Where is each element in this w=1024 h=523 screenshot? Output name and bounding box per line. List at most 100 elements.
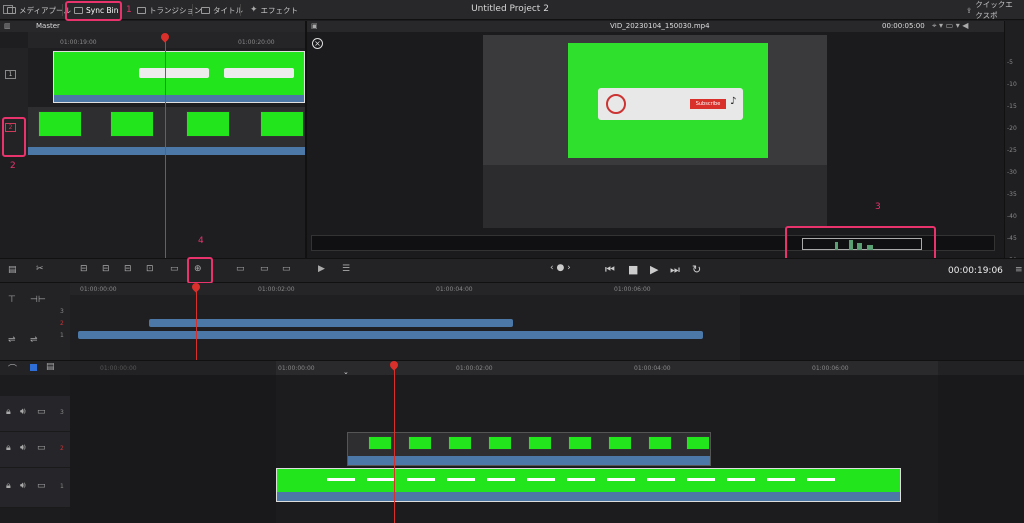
quick-export-label: クイックエクスポ	[975, 0, 1013, 20]
fit-to-fill-icon[interactable]: ⊡	[146, 264, 154, 274]
track-header-v2[interactable]: 🔒︎ 🔊︎ ▭ 2	[0, 432, 70, 468]
timeline-view-icon[interactable]: ▤	[8, 265, 17, 275]
marker-icon[interactable]	[30, 364, 37, 371]
clip-ui-overlay	[327, 478, 847, 481]
viewer-clip-icon[interactable]: ▶	[318, 264, 325, 274]
upper-clip-track-2[interactable]	[149, 319, 513, 327]
video-card-button-label: Subscribe	[695, 101, 721, 107]
place-on-top-icon[interactable]: ▭	[170, 264, 179, 274]
skip-back-icon[interactable]: ⏮	[605, 263, 615, 277]
film-frame	[38, 111, 82, 137]
film-frame	[110, 111, 154, 137]
viewer-settings-icon[interactable]: ☰	[342, 264, 350, 274]
ruler-label: 01:00:19:00	[60, 39, 97, 46]
film-frame	[568, 436, 592, 450]
replace-clip-icon[interactable]: ⊟	[124, 264, 132, 274]
ruler-label: 01:00:02:00	[258, 286, 295, 293]
viewer-options-icon[interactable]: ▣	[311, 22, 318, 30]
meter-label: -10	[1007, 81, 1017, 88]
overwrite-clip-icon[interactable]: ⊟	[102, 264, 110, 274]
menu-icon[interactable]: ≡	[1015, 265, 1023, 275]
toolbar-divider	[192, 4, 193, 16]
track-header-v3[interactable]: 🔒︎ 🔊︎ ▭ 3	[0, 396, 70, 432]
play-icon[interactable]: ▶	[650, 263, 658, 276]
monitor-icon[interactable]: ▭	[37, 407, 46, 417]
upper-track-end	[740, 295, 1024, 360]
quick-export-button[interactable]: ⇪ クイックエクスポ	[962, 0, 1024, 20]
audio-meter-ruler: -5-10-15-20-25-30-35-40-45-50	[1004, 21, 1024, 264]
zoom-tool-icon[interactable]: ⊤	[8, 295, 16, 305]
ruler-label: 01:00:00:00	[100, 365, 137, 372]
monitor-icon[interactable]: ▭	[37, 443, 46, 453]
insert-clip-icon[interactable]: ⊟	[80, 264, 88, 274]
bin-label[interactable]: Master	[36, 22, 60, 30]
source-overwrite-icon[interactable]: ▭	[282, 264, 291, 274]
audio-tool-icon[interactable]: ⇌	[8, 335, 16, 345]
ruler-label: 01:00:04:00	[634, 365, 671, 372]
upper-timeline: ⊤ ⊣⊢ ⇌ ⇌ 01:00:00:00 01:00:02:00 01:00:0…	[0, 281, 1024, 360]
clip-ui-overlay	[224, 68, 294, 78]
view-options-icon[interactable]: ⌖ ▾ ▭ ▾ ◀	[932, 21, 968, 31]
track-number: 3	[60, 308, 64, 315]
audio-tool-icon[interactable]: ⇌	[30, 335, 38, 345]
timeline-clip-v1[interactable]	[276, 468, 901, 502]
speaker-icon[interactable]: 🔊︎	[20, 407, 26, 417]
list-view-icon[interactable]: ▥	[4, 22, 11, 30]
source-clip-track-1[interactable]	[53, 51, 305, 103]
video-card-circle	[606, 94, 626, 114]
transitions-label: トランジション	[149, 5, 202, 15]
film-frame	[260, 111, 304, 137]
media-pool-label: メディアプール	[19, 5, 71, 15]
bell-icon: ♪	[730, 96, 737, 107]
ripple-overwrite-icon[interactable]: ▭	[260, 264, 269, 274]
effects-icon: ✦	[250, 5, 258, 15]
lock-icon[interactable]: 🔒︎	[6, 407, 11, 417]
meter-label: -5	[1007, 59, 1013, 66]
speaker-icon[interactable]: 🔊︎	[20, 481, 26, 491]
flag-icon[interactable]: ▤	[46, 362, 55, 372]
track-number: 1	[8, 71, 13, 78]
scissors-icon[interactable]: ✂	[36, 264, 44, 274]
close-icon[interactable]: ×	[312, 38, 323, 49]
close-up-icon[interactable]: ▭	[236, 264, 245, 274]
track-number: 3	[60, 409, 64, 416]
titles-label: タイトル	[213, 5, 243, 15]
transitions-button[interactable]: トランジション	[133, 2, 206, 18]
viewer-timecode: 00:00:05:00	[882, 22, 925, 30]
toolbar-divider	[62, 4, 63, 16]
chevron-down-icon[interactable]: ⌄	[343, 368, 349, 376]
annotation-number-1: 1	[126, 5, 132, 15]
lock-icon[interactable]: 🔒︎	[6, 443, 11, 453]
monitor-icon[interactable]: ▭	[37, 481, 46, 491]
clip-audio-strip	[348, 456, 710, 465]
loop-icon[interactable]: ↻	[692, 263, 701, 276]
timeline-clip-v2[interactable]	[347, 432, 711, 466]
source-track-1-header[interactable]: 1	[0, 48, 28, 106]
snap-icon[interactable]: ⌒	[8, 362, 17, 375]
track-number: 1	[60, 483, 64, 490]
effects-button[interactable]: ✦ エフェクト	[246, 2, 302, 18]
lower-track-area	[70, 375, 276, 523]
lock-icon[interactable]: 🔒︎	[6, 481, 11, 491]
meter-label: -40	[1007, 213, 1017, 220]
track-header-v1[interactable]: 🔒︎ 🔊︎ ▭ 1	[0, 468, 70, 508]
lower-playhead[interactable]	[394, 363, 395, 523]
annotation-number-2: 2	[10, 161, 16, 171]
transitions-icon	[137, 6, 146, 14]
skip-forward-icon[interactable]: ⏭	[670, 263, 680, 277]
annotation-box-4	[187, 257, 213, 284]
upper-clip-track-1[interactable]	[78, 331, 703, 339]
upper-ruler[interactable]: 01:00:00:00 01:00:02:00 01:00:04:00 01:0…	[70, 283, 1024, 295]
stop-icon[interactable]: ■	[628, 263, 638, 276]
transport-bar: ▤ ✂ ⊟ ⊟ ⊟ ⊡ ▭ ⊕ ▭ ▭ ▭ ▶ ☰ ‹ ● › ⏮ ■ ▶ ⏭ …	[0, 257, 1024, 284]
viewer-header: ▣ VID_20230104_150030.mp4 00:00:05:00 ⌖ …	[307, 21, 1004, 32]
lower-ruler[interactable]: 01:00:00:00 01:00:00:00 01:00:02:00 01:0…	[70, 361, 1024, 376]
track-number: 2	[60, 445, 64, 452]
split-tool-icon[interactable]: ⊣⊢	[30, 295, 46, 305]
speaker-icon[interactable]: 🔊︎	[20, 443, 26, 453]
upper-playhead[interactable]	[196, 286, 197, 360]
annotation-number-3: 3	[875, 202, 881, 212]
jog-control-icon[interactable]: ‹ ● ›	[550, 263, 571, 273]
source-clip-track-2[interactable]	[28, 107, 305, 155]
source-playhead[interactable]	[165, 35, 166, 258]
